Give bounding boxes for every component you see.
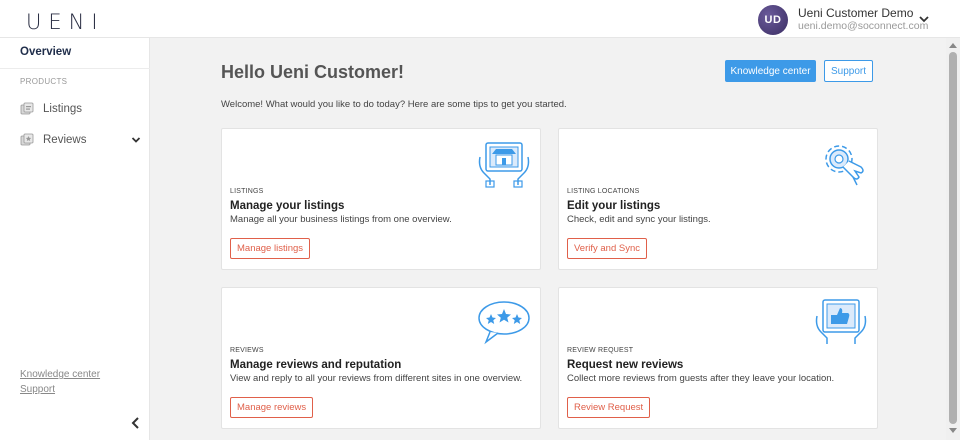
- gear-hand-icon: [825, 145, 864, 186]
- sidebar-item-label: Reviews: [43, 134, 87, 146]
- manage-reviews-button[interactable]: Manage reviews: [230, 397, 314, 418]
- manage-listings-button[interactable]: Manage listings: [230, 238, 311, 259]
- divider: [0, 68, 150, 69]
- support-button[interactable]: Support: [824, 60, 873, 82]
- card-description: Manage all your business listings from o…: [230, 214, 452, 225]
- welcome-text: Welcome! What would you like to do today…: [221, 99, 567, 110]
- stars-speech-bubble-icon: [478, 301, 530, 345]
- ueni-logo[interactable]: UENI: [26, 10, 105, 34]
- sidebar-link-support[interactable]: Support: [20, 384, 55, 395]
- top-bar: UENI UD Ueni Customer Demo ueni.demo@soc…: [0, 0, 960, 38]
- user-name: Ueni Customer Demo: [798, 6, 914, 20]
- user-info: Ueni Customer Demo ueni.demo@soconnect.c…: [798, 7, 928, 33]
- sidebar-item-listings[interactable]: Listings: [20, 99, 145, 119]
- card-kicker: REVIEWS: [230, 347, 264, 354]
- listings-icon: [20, 102, 34, 115]
- vertical-scrollbar[interactable]: [946, 38, 960, 440]
- sidebar-link-knowledge-center[interactable]: Knowledge center: [20, 369, 100, 380]
- review-request-button[interactable]: Review Request: [567, 397, 651, 418]
- card-kicker: LISTINGS: [230, 188, 264, 195]
- chevron-down-icon[interactable]: [918, 13, 930, 25]
- sidebar-item-reviews[interactable]: Reviews: [20, 130, 145, 150]
- card-manage-reviews: REVIEWS Manage reviews and reputation Vi…: [221, 287, 541, 429]
- card-request-reviews: REVIEW REQUEST Request new reviews Colle…: [558, 287, 878, 429]
- sidebar-section-label: PRODUCTS: [20, 77, 68, 86]
- sidebar-item-label: Listings: [43, 103, 82, 115]
- scroll-down-arrow-icon[interactable]: [949, 428, 957, 434]
- knowledge-center-button[interactable]: Knowledge center: [725, 60, 816, 82]
- page-title: Hello Ueni Customer!: [221, 62, 405, 82]
- main-content: Hello Ueni Customer! Welcome! What would…: [150, 38, 946, 440]
- card-kicker: LISTING LOCATIONS: [567, 188, 640, 195]
- card-edit-listings: LISTING LOCATIONS Edit your listings Che…: [558, 128, 878, 270]
- thumbs-up-tablet-icon: [815, 299, 867, 344]
- reviews-icon: [20, 133, 34, 146]
- card-title: Request new reviews: [567, 359, 684, 371]
- card-manage-listings: LISTINGS Manage your listings Manage all…: [221, 128, 541, 270]
- user-menu[interactable]: UD Ueni Customer Demo ueni.demo@soconnec…: [758, 5, 930, 35]
- verify-and-sync-button[interactable]: Verify and Sync: [567, 238, 648, 259]
- card-kicker: REVIEW REQUEST: [567, 347, 634, 354]
- card-description: Collect more reviews from guests after t…: [567, 373, 835, 384]
- card-description: Check, edit and sync your listings.: [567, 214, 711, 225]
- storefront-tablet-icon: [478, 142, 530, 188]
- collapse-sidebar-icon[interactable]: [130, 416, 142, 430]
- sidebar-item-overview[interactable]: Overview: [20, 46, 71, 58]
- card-title: Edit your listings: [567, 200, 661, 212]
- chevron-down-icon[interactable]: [131, 135, 141, 145]
- scroll-up-arrow-icon[interactable]: [949, 42, 957, 48]
- card-title: Manage reviews and reputation: [230, 359, 402, 371]
- avatar[interactable]: UD: [758, 5, 788, 35]
- card-description: View and reply to all your reviews from …: [230, 373, 523, 384]
- card-title: Manage your listings: [230, 200, 345, 212]
- scroll-thumb[interactable]: [949, 52, 957, 424]
- user-email: ueni.demo@soconnect.com: [798, 20, 929, 32]
- sidebar: Overview PRODUCTS Listings Reviews Knowl…: [0, 38, 150, 440]
